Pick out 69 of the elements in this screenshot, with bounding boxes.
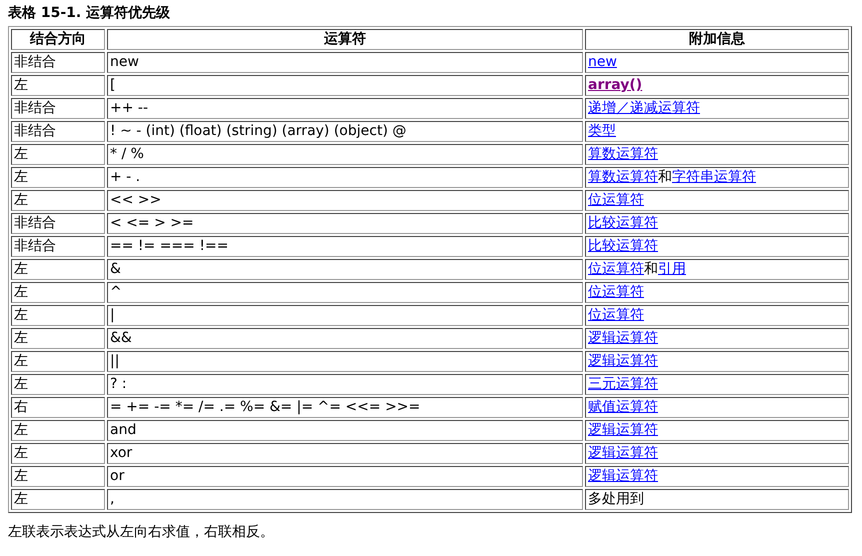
info-link[interactable]: 逻辑运算符 — [588, 422, 658, 438]
table-cell: 左 — [11, 420, 105, 441]
table-cell: 非结合 — [11, 236, 105, 257]
table-cell: ! ~ - (int) (float) (string) (array) (object) @ — [107, 121, 583, 142]
table-cell: 左 — [11, 328, 105, 349]
table-cell: 左 — [11, 466, 105, 487]
table-cell: 左 — [11, 75, 105, 96]
info-link[interactable]: 位运算符 — [588, 284, 644, 300]
info-link[interactable]: new — [588, 54, 617, 70]
table-cell: = += -= *= /= .= %= &= |= ^= <<= >>= — [107, 397, 583, 418]
table-cell: , — [107, 489, 583, 510]
table-cell: < <= > >= — [107, 213, 583, 234]
table-cell: 非结合 — [11, 98, 105, 119]
info-link[interactable]: 逻辑运算符 — [588, 468, 658, 484]
info-link[interactable]: 三元运算符 — [588, 376, 658, 392]
info-text: 多处用到 — [588, 491, 644, 507]
table-cell: & — [107, 259, 583, 280]
table-cell: || — [107, 351, 583, 372]
table-cell: 非结合 — [11, 121, 105, 142]
table-cell: [ — [107, 75, 583, 96]
column-header: 结合方向 — [11, 29, 105, 50]
info-text: 和 — [644, 261, 658, 277]
column-header: 运算符 — [107, 29, 583, 50]
table-cell: ? : — [107, 374, 583, 395]
table-cell: 左 — [11, 305, 105, 326]
info-link[interactable]: array() — [588, 77, 642, 93]
info-link[interactable]: 逻辑运算符 — [588, 445, 658, 461]
table-cell: or — [107, 466, 583, 487]
table-cell: xor — [107, 443, 583, 464]
info-link[interactable]: 逻辑运算符 — [588, 330, 658, 346]
table-cell: and — [107, 420, 583, 441]
table-cell: ++ -- — [107, 98, 583, 119]
table-title: 表格 15-1. 运算符优先级 — [8, 4, 170, 22]
table-cell: == != === !== — [107, 236, 583, 257]
info-link[interactable]: 逻辑运算符 — [588, 353, 658, 369]
info-link[interactable]: 赋值运算符 — [588, 399, 658, 415]
table-cell: 左 — [11, 167, 105, 188]
table-cell: 左 — [11, 282, 105, 303]
info-link[interactable]: 类型 — [588, 123, 616, 139]
info-link[interactable]: 位运算符 — [588, 261, 644, 277]
column-header: 附加信息 — [585, 29, 849, 50]
info-link[interactable]: 比较运算符 — [588, 215, 658, 231]
info-link[interactable]: 比较运算符 — [588, 238, 658, 254]
info-link[interactable]: 算数运算符 — [588, 146, 658, 162]
table-cell: 左 — [11, 374, 105, 395]
table-cell: 右 — [11, 397, 105, 418]
table-cell: | — [107, 305, 583, 326]
info-link[interactable]: 位运算符 — [588, 192, 644, 208]
table-cell: * / % — [107, 144, 583, 165]
info-link[interactable]: 位运算符 — [588, 307, 644, 323]
info-link[interactable]: 算数运算符 — [588, 169, 658, 185]
table-cell: ^ — [107, 282, 583, 303]
table-cell: 左 — [11, 489, 105, 510]
info-text: 和 — [658, 169, 672, 185]
info-link[interactable]: 递增／递减运算符 — [588, 100, 700, 116]
table-cell: 左 — [11, 144, 105, 165]
table-cell: 非结合 — [11, 213, 105, 234]
table-cell: + - . — [107, 167, 583, 188]
table-cell: 左 — [11, 190, 105, 211]
table-cell: 左 — [11, 259, 105, 280]
info-link[interactable]: 字符串运算符 — [672, 169, 756, 185]
footnote: 左联表示表达式从左向右求值，右联相反。 — [8, 523, 274, 541]
table-cell: 左 — [11, 443, 105, 464]
table-cell: new — [107, 52, 583, 73]
info-link[interactable]: 引用 — [658, 261, 686, 277]
table-cell: << >> — [107, 190, 583, 211]
table-cell: 非结合 — [11, 52, 105, 73]
table-cell: 左 — [11, 351, 105, 372]
table-cell: && — [107, 328, 583, 349]
